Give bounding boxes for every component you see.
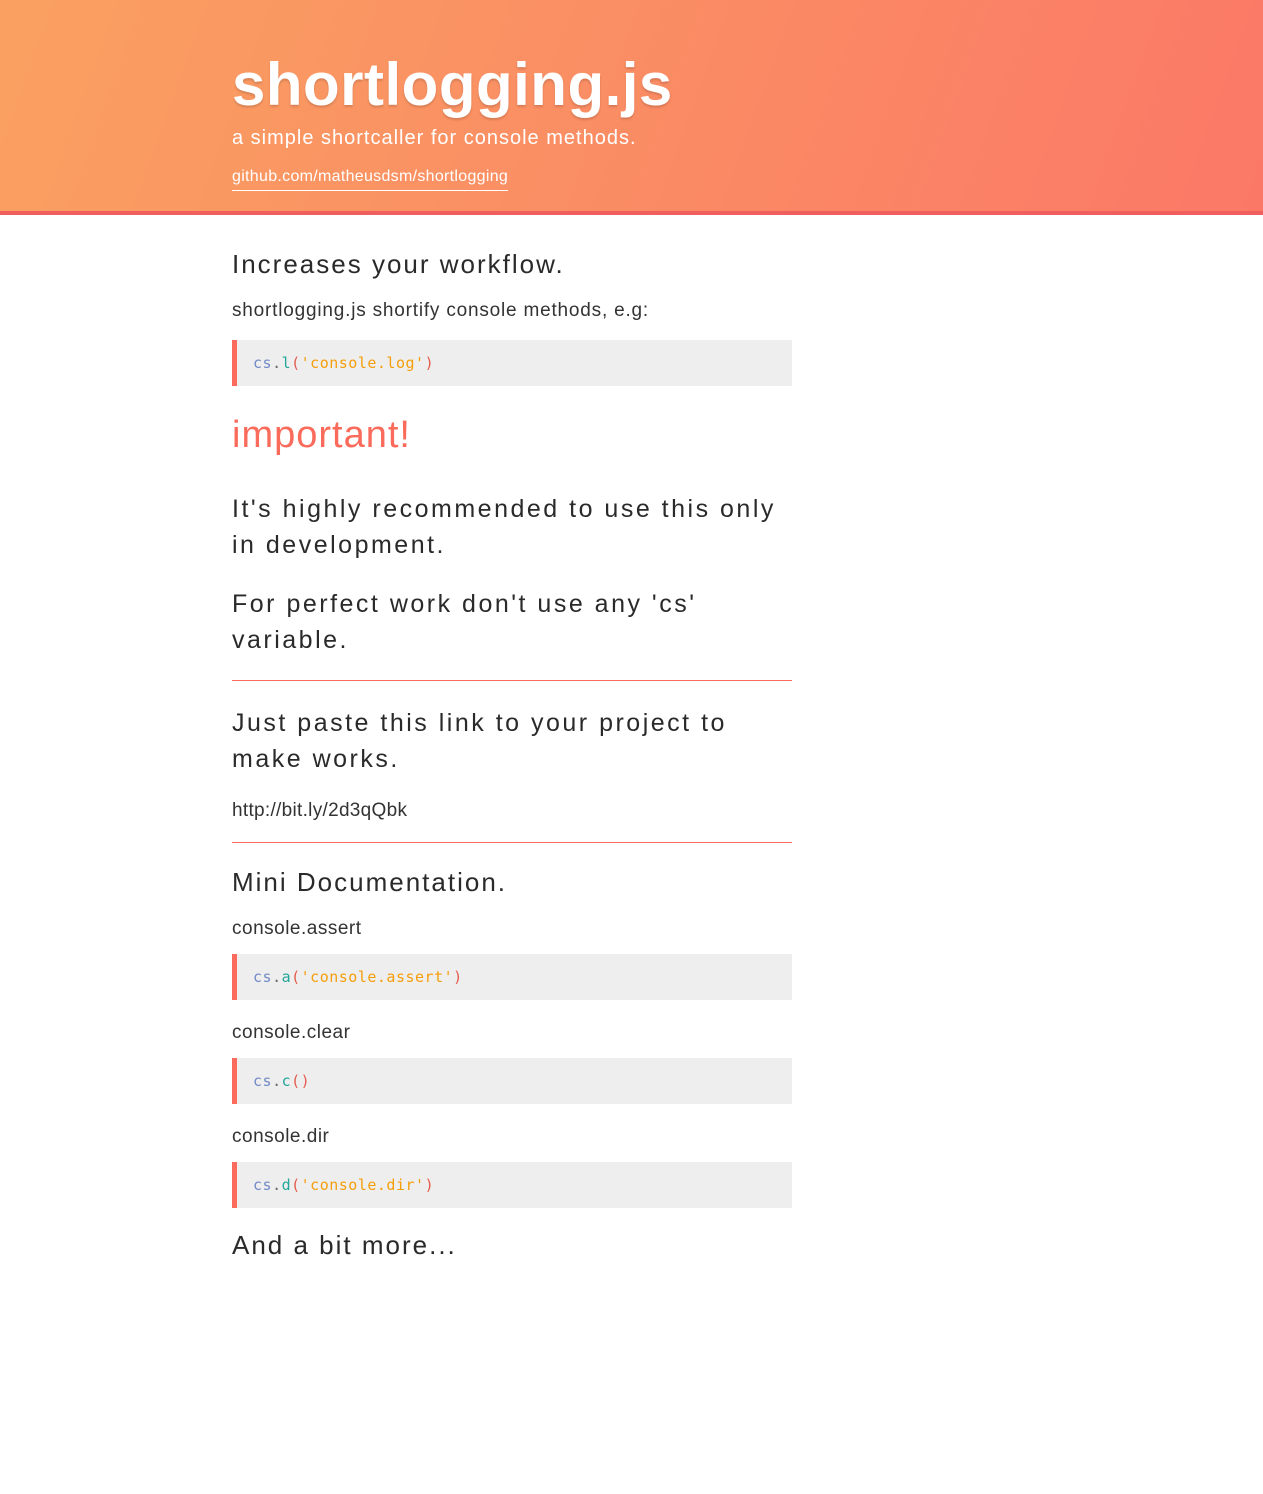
install-link[interactable]: http://bit.ly/2d3qQbk: [232, 800, 792, 822]
code-token-dot: .: [272, 968, 282, 986]
doc-label: console.assert: [232, 918, 792, 940]
code-token-fn: c: [282, 1072, 292, 1090]
code-token-fn: a: [282, 968, 292, 986]
important-heading: important!: [232, 414, 792, 457]
code-token-str: 'console.log': [301, 354, 425, 372]
important-line-2: For perfect work don't use any 'cs' vari…: [232, 586, 792, 659]
intro-codeblock: cs.l('console.log'): [232, 340, 792, 386]
docs-more: And a bit more...: [232, 1230, 792, 1261]
code-token-obj: cs: [253, 1176, 272, 1194]
code-token-fn: l: [282, 354, 292, 372]
install-heading: Just paste this link to your project to …: [232, 705, 792, 778]
github-link[interactable]: github.com/matheusdsm/shortlogging: [232, 168, 508, 191]
intro-desc: shortlogging.js shortify console methods…: [232, 300, 792, 322]
page-subtitle: a simple shortcaller for console methods…: [232, 127, 792, 150]
code-token-obj: cs: [253, 354, 272, 372]
doc-label: console.dir: [232, 1126, 792, 1148]
page-title: shortlogging.js: [232, 55, 792, 115]
page-header: shortlogging.js a simple shortcaller for…: [0, 0, 1263, 215]
doc-codeblock: cs.d('console.dir'): [232, 1162, 792, 1208]
code-token-open: (: [291, 354, 301, 372]
code-token-close: ): [425, 354, 435, 372]
code-token-close: ): [453, 968, 463, 986]
docs-heading: Mini Documentation.: [232, 867, 792, 898]
important-line-1: It's highly recommended to use this only…: [232, 491, 792, 564]
code-token-obj: cs: [253, 1072, 272, 1090]
code-token-str: 'console.dir': [301, 1176, 425, 1194]
divider: [232, 842, 792, 843]
doc-codeblock: cs.a('console.assert'): [232, 954, 792, 1000]
code-token-dot: .: [272, 1176, 282, 1194]
intro-heading: Increases your workflow.: [232, 249, 792, 280]
code-token-open: (: [291, 1072, 301, 1090]
doc-codeblock: cs.c(): [232, 1058, 792, 1104]
code-token-close: ): [301, 1072, 311, 1090]
code-token-dot: .: [272, 354, 282, 372]
code-token-fn: d: [282, 1176, 292, 1194]
code-token-open: (: [291, 1176, 301, 1194]
code-token-obj: cs: [253, 968, 272, 986]
code-token-close: ): [425, 1176, 435, 1194]
divider: [232, 680, 792, 681]
code-token-dot: .: [272, 1072, 282, 1090]
code-token-open: (: [291, 968, 301, 986]
doc-label: console.clear: [232, 1022, 792, 1044]
code-token-str: 'console.assert': [301, 968, 454, 986]
